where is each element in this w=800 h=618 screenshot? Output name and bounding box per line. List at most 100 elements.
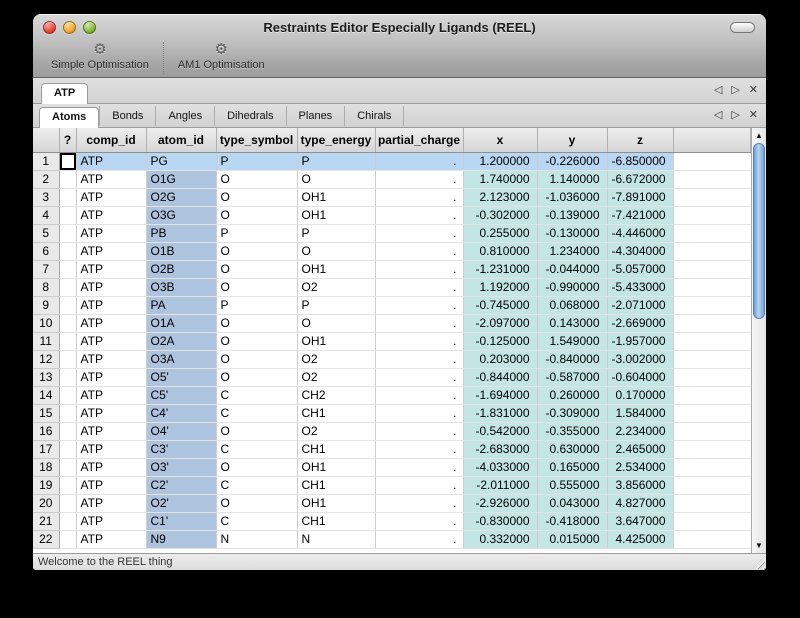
cell-type-energy[interactable]: OH1 (297, 206, 375, 224)
cell-x[interactable]: -1.231000 (463, 260, 537, 278)
row-number[interactable]: 7 (33, 260, 59, 278)
cell-y[interactable]: -0.990000 (537, 278, 607, 296)
cell-partial-charge[interactable]: . (375, 278, 463, 296)
cell-y[interactable]: -0.840000 (537, 350, 607, 368)
tab-angles[interactable]: Angles (156, 106, 215, 126)
cell-flag[interactable] (59, 242, 76, 260)
cell-type-energy[interactable]: O2 (297, 368, 375, 386)
row-number[interactable]: 20 (33, 494, 59, 512)
cell-x[interactable]: -2.683000 (463, 440, 537, 458)
cell-atom-id[interactable]: C3' (146, 440, 216, 458)
cell-comp-id[interactable]: ATP (76, 170, 146, 188)
cell-type-symbol[interactable]: C (216, 512, 297, 530)
cell-flag[interactable] (59, 224, 76, 242)
cell-y[interactable]: -1.036000 (537, 188, 607, 206)
cell-x[interactable]: -2.097000 (463, 314, 537, 332)
cell-z[interactable]: 0.170000 (607, 386, 673, 404)
tab-scroll-right-icon[interactable]: ▷ (731, 110, 739, 121)
row-number[interactable]: 9 (33, 296, 59, 314)
cell-x[interactable]: 0.332000 (463, 530, 537, 548)
table-row[interactable]: 17 ATP C3' C CH1 . -2.683000 0.630000 2.… (33, 440, 751, 458)
table-row[interactable]: 2 ATP O1G O O . 1.740000 1.140000 -6.672… (33, 170, 751, 188)
scrollbar-thumb[interactable] (753, 143, 765, 319)
cell-z[interactable]: -7.891000 (607, 188, 673, 206)
cell-type-symbol[interactable]: O (216, 260, 297, 278)
row-number[interactable]: 4 (33, 206, 59, 224)
cell-type-symbol[interactable]: O (216, 494, 297, 512)
cell-z[interactable]: -2.071000 (607, 296, 673, 314)
cell-comp-id[interactable]: ATP (76, 368, 146, 386)
cell-type-symbol[interactable]: N (216, 530, 297, 548)
cell-flag[interactable] (59, 206, 76, 224)
cell-z[interactable]: -5.057000 (607, 260, 673, 278)
cell-comp-id[interactable]: ATP (76, 332, 146, 350)
cell-x[interactable]: -1.694000 (463, 386, 537, 404)
cell-z[interactable]: 3.647000 (607, 512, 673, 530)
row-number[interactable]: 19 (33, 476, 59, 494)
row-number[interactable]: 14 (33, 386, 59, 404)
cell-atom-id[interactable]: O4' (146, 422, 216, 440)
table-row[interactable]: 7 ATP O2B O OH1 . -1.231000 -0.044000 -5… (33, 260, 751, 278)
cell-y[interactable]: 0.068000 (537, 296, 607, 314)
table-row[interactable]: 8 ATP O3B O O2 . 1.192000 -0.990000 -5.4… (33, 278, 751, 296)
cell-x[interactable]: -0.830000 (463, 512, 537, 530)
table-row[interactable]: 11 ATP O2A O OH1 . -0.125000 1.549000 -1… (33, 332, 751, 350)
row-number[interactable]: 3 (33, 188, 59, 206)
cell-type-symbol[interactable]: O (216, 170, 297, 188)
cell-atom-id[interactable]: O2A (146, 332, 216, 350)
cell-type-energy[interactable]: P (297, 224, 375, 242)
table-row[interactable]: 14 ATP C5' C CH2 . -1.694000 0.260000 0.… (33, 386, 751, 404)
table-row[interactable]: 9 ATP PA P P . -0.745000 0.068000 -2.071… (33, 296, 751, 314)
cell-atom-id[interactable]: PB (146, 224, 216, 242)
table-row[interactable]: 15 ATP C4' C CH1 . -1.831000 -0.309000 1… (33, 404, 751, 422)
cell-y[interactable]: 0.555000 (537, 476, 607, 494)
cell-type-symbol[interactable]: P (216, 296, 297, 314)
cell-z[interactable]: 3.856000 (607, 476, 673, 494)
cell-comp-id[interactable]: ATP (76, 512, 146, 530)
cell-y[interactable]: -0.044000 (537, 260, 607, 278)
cell-partial-charge[interactable]: . (375, 296, 463, 314)
cell-type-symbol[interactable]: P (216, 152, 297, 170)
cell-partial-charge[interactable]: . (375, 152, 463, 170)
cell-comp-id[interactable]: ATP (76, 206, 146, 224)
cell-x[interactable]: 0.810000 (463, 242, 537, 260)
cell-partial-charge[interactable]: . (375, 530, 463, 548)
cell-comp-id[interactable]: ATP (76, 188, 146, 206)
cell-partial-charge[interactable]: . (375, 260, 463, 278)
cell-z[interactable]: -5.433000 (607, 278, 673, 296)
cell-x[interactable]: -0.745000 (463, 296, 537, 314)
row-number[interactable]: 5 (33, 224, 59, 242)
cell-comp-id[interactable]: ATP (76, 242, 146, 260)
cell-flag[interactable] (59, 350, 76, 368)
cell-z[interactable]: -4.304000 (607, 242, 673, 260)
cell-z[interactable]: 1.584000 (607, 404, 673, 422)
cell-type-energy[interactable]: CH2 (297, 386, 375, 404)
cell-flag[interactable] (59, 530, 76, 548)
cell-z[interactable]: 2.234000 (607, 422, 673, 440)
cell-partial-charge[interactable]: . (375, 170, 463, 188)
cell-type-symbol[interactable]: C (216, 386, 297, 404)
cell-type-energy[interactable]: O2 (297, 278, 375, 296)
cell-partial-charge[interactable]: . (375, 458, 463, 476)
cell-type-symbol[interactable]: C (216, 404, 297, 422)
cell-type-symbol[interactable]: O (216, 368, 297, 386)
cell-comp-id[interactable]: ATP (76, 296, 146, 314)
tab-dihedrals[interactable]: Dihedrals (215, 106, 286, 126)
cell-flag[interactable] (59, 170, 76, 188)
row-number[interactable]: 21 (33, 512, 59, 530)
resize-grip-icon[interactable] (752, 556, 765, 569)
cell-z[interactable]: -0.604000 (607, 368, 673, 386)
cell-flag[interactable] (59, 260, 76, 278)
cell-type-symbol[interactable]: O (216, 206, 297, 224)
cell-partial-charge[interactable]: . (375, 206, 463, 224)
row-number[interactable]: 6 (33, 242, 59, 260)
vertical-scrollbar[interactable]: ▲ ▼ (751, 128, 766, 553)
tab-scroll-left-icon[interactable]: ◁ (714, 110, 722, 121)
table-row[interactable]: 1 ATP PG P P . 1.200000 -0.226000 -6.850… (33, 152, 751, 170)
table-row[interactable]: 22 ATP N9 N N . 0.332000 0.015000 4.4250… (33, 530, 751, 548)
cell-atom-id[interactable]: O5' (146, 368, 216, 386)
tab-chirals[interactable]: Chirals (345, 106, 404, 126)
cell-partial-charge[interactable]: . (375, 188, 463, 206)
cell-atom-id[interactable]: O3' (146, 458, 216, 476)
row-number[interactable]: 13 (33, 368, 59, 386)
